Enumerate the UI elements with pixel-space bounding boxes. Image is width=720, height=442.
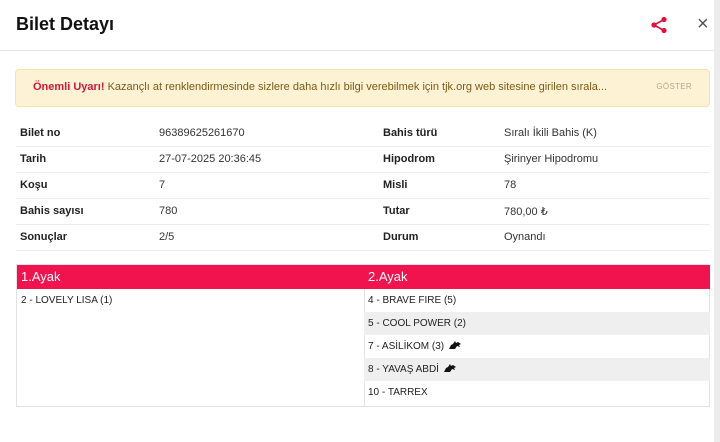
info-value: 27-07-2025 20:36:45 [159, 153, 262, 165]
close-icon[interactable]: × [697, 13, 709, 35]
info-label: Bahis türü [383, 127, 438, 139]
horse-label: 5 - COOL POWER (2) [368, 318, 466, 329]
info-value: 78 [504, 179, 517, 191]
share-icon[interactable] [650, 16, 668, 34]
horse-label: 8 - YAVAŞ ABDİ [368, 364, 439, 375]
horse-row: 5 - COOL POWER (2) [364, 312, 710, 335]
info-label: Hipodrom [383, 153, 435, 165]
horse-row: 10 - TARREX [364, 381, 710, 404]
alert-title: Önemli Uyarı! [33, 81, 105, 93]
info-value: 7 [159, 179, 166, 191]
leg-header: 2.Ayak [364, 265, 710, 289]
horse-head-icon [443, 359, 457, 372]
horse-head-icon [448, 336, 462, 349]
warning-alert: Önemli Uyarı! Kazançlı at renklendirmesi… [15, 69, 710, 107]
legs-table: 1.Ayak 2 - LOVELY LISA (1) 2.Ayak 4 - BRAV… [16, 264, 710, 407]
info-value: Sıralı İkili Bahis (K) [504, 127, 597, 139]
info-value: Oynandı [504, 231, 546, 243]
info-value: Şirinyer Hipodromu [504, 153, 599, 165]
leg-header: 1.Ayak [17, 265, 364, 289]
horse-row: 2 - LOVELY LISA (1) [17, 289, 364, 312]
info-row: Bahis sayısı 780 Tutar 780,00 ₺ [16, 199, 710, 225]
horse-row: 8 - YAVAŞ ABDİ [364, 358, 710, 381]
info-value: 780,00 ₺ [504, 206, 548, 218]
horse-row: 7 - ASİLİKOM (3) [364, 335, 710, 358]
horse-row: 4 - BRAVE FIRE (5) [364, 289, 710, 312]
leg-1-column: 1.Ayak 2 - LOVELY LISA (1) [17, 265, 365, 406]
horse-label: 7 - ASİLİKOM (3) [368, 341, 445, 352]
info-label: Durum [383, 231, 419, 243]
ticket-info-table: Bilet no 96389625261670 Bahis türü Sıralı İ… [16, 121, 710, 251]
horse-label: 10 - TARREX [368, 387, 428, 398]
scrollbar[interactable] [714, 0, 720, 442]
alert-body: Kazançlı at renklendirmesinde sizlere da… [104, 81, 608, 93]
alert-message: Önemli Uyarı! Kazançlı at renklendirmesi… [33, 81, 607, 93]
info-value: 2/5 [159, 231, 175, 243]
info-value: 96389625261670 [159, 127, 245, 139]
horse-label: 2 - LOVELY LISA (1) [21, 295, 113, 306]
info-row: Bilet no 96389625261670 Bahis türü Sıralı İ… [16, 121, 710, 147]
info-row: Koşu 7 Misli 78 [16, 173, 710, 199]
modal-title: Bilet Detayı [16, 14, 115, 34]
info-label: Koşu [20, 179, 48, 191]
modal-header: Bilet Detayı × [0, 0, 720, 51]
info-row: Sonuçlar 2/5 Durum Oynandı [16, 225, 710, 251]
info-label: Misli [383, 179, 408, 191]
info-label: Bilet no [20, 127, 61, 139]
info-row: Tarih 27-07-2025 20:36:45 Hipodrom Şirinyer… [16, 147, 710, 173]
info-label: Tutar [383, 205, 410, 217]
show-more-button[interactable]: GÖSTER [656, 82, 692, 91]
info-label: Bahis sayısı [20, 205, 84, 217]
info-label: Tarih [20, 153, 47, 165]
ticket-detail-modal: Bilet Detayı × Önemli Uyarı! Kazançlı at… [0, 0, 720, 442]
info-value: 780 [159, 205, 178, 217]
info-label: Sonuçlar [20, 231, 68, 243]
leg-2-column: 2.Ayak 4 - BRAVE FIRE (5) 5 - COOL POWER (… [364, 265, 710, 406]
horse-label: 4 - BRAVE FIRE (5) [368, 295, 457, 306]
